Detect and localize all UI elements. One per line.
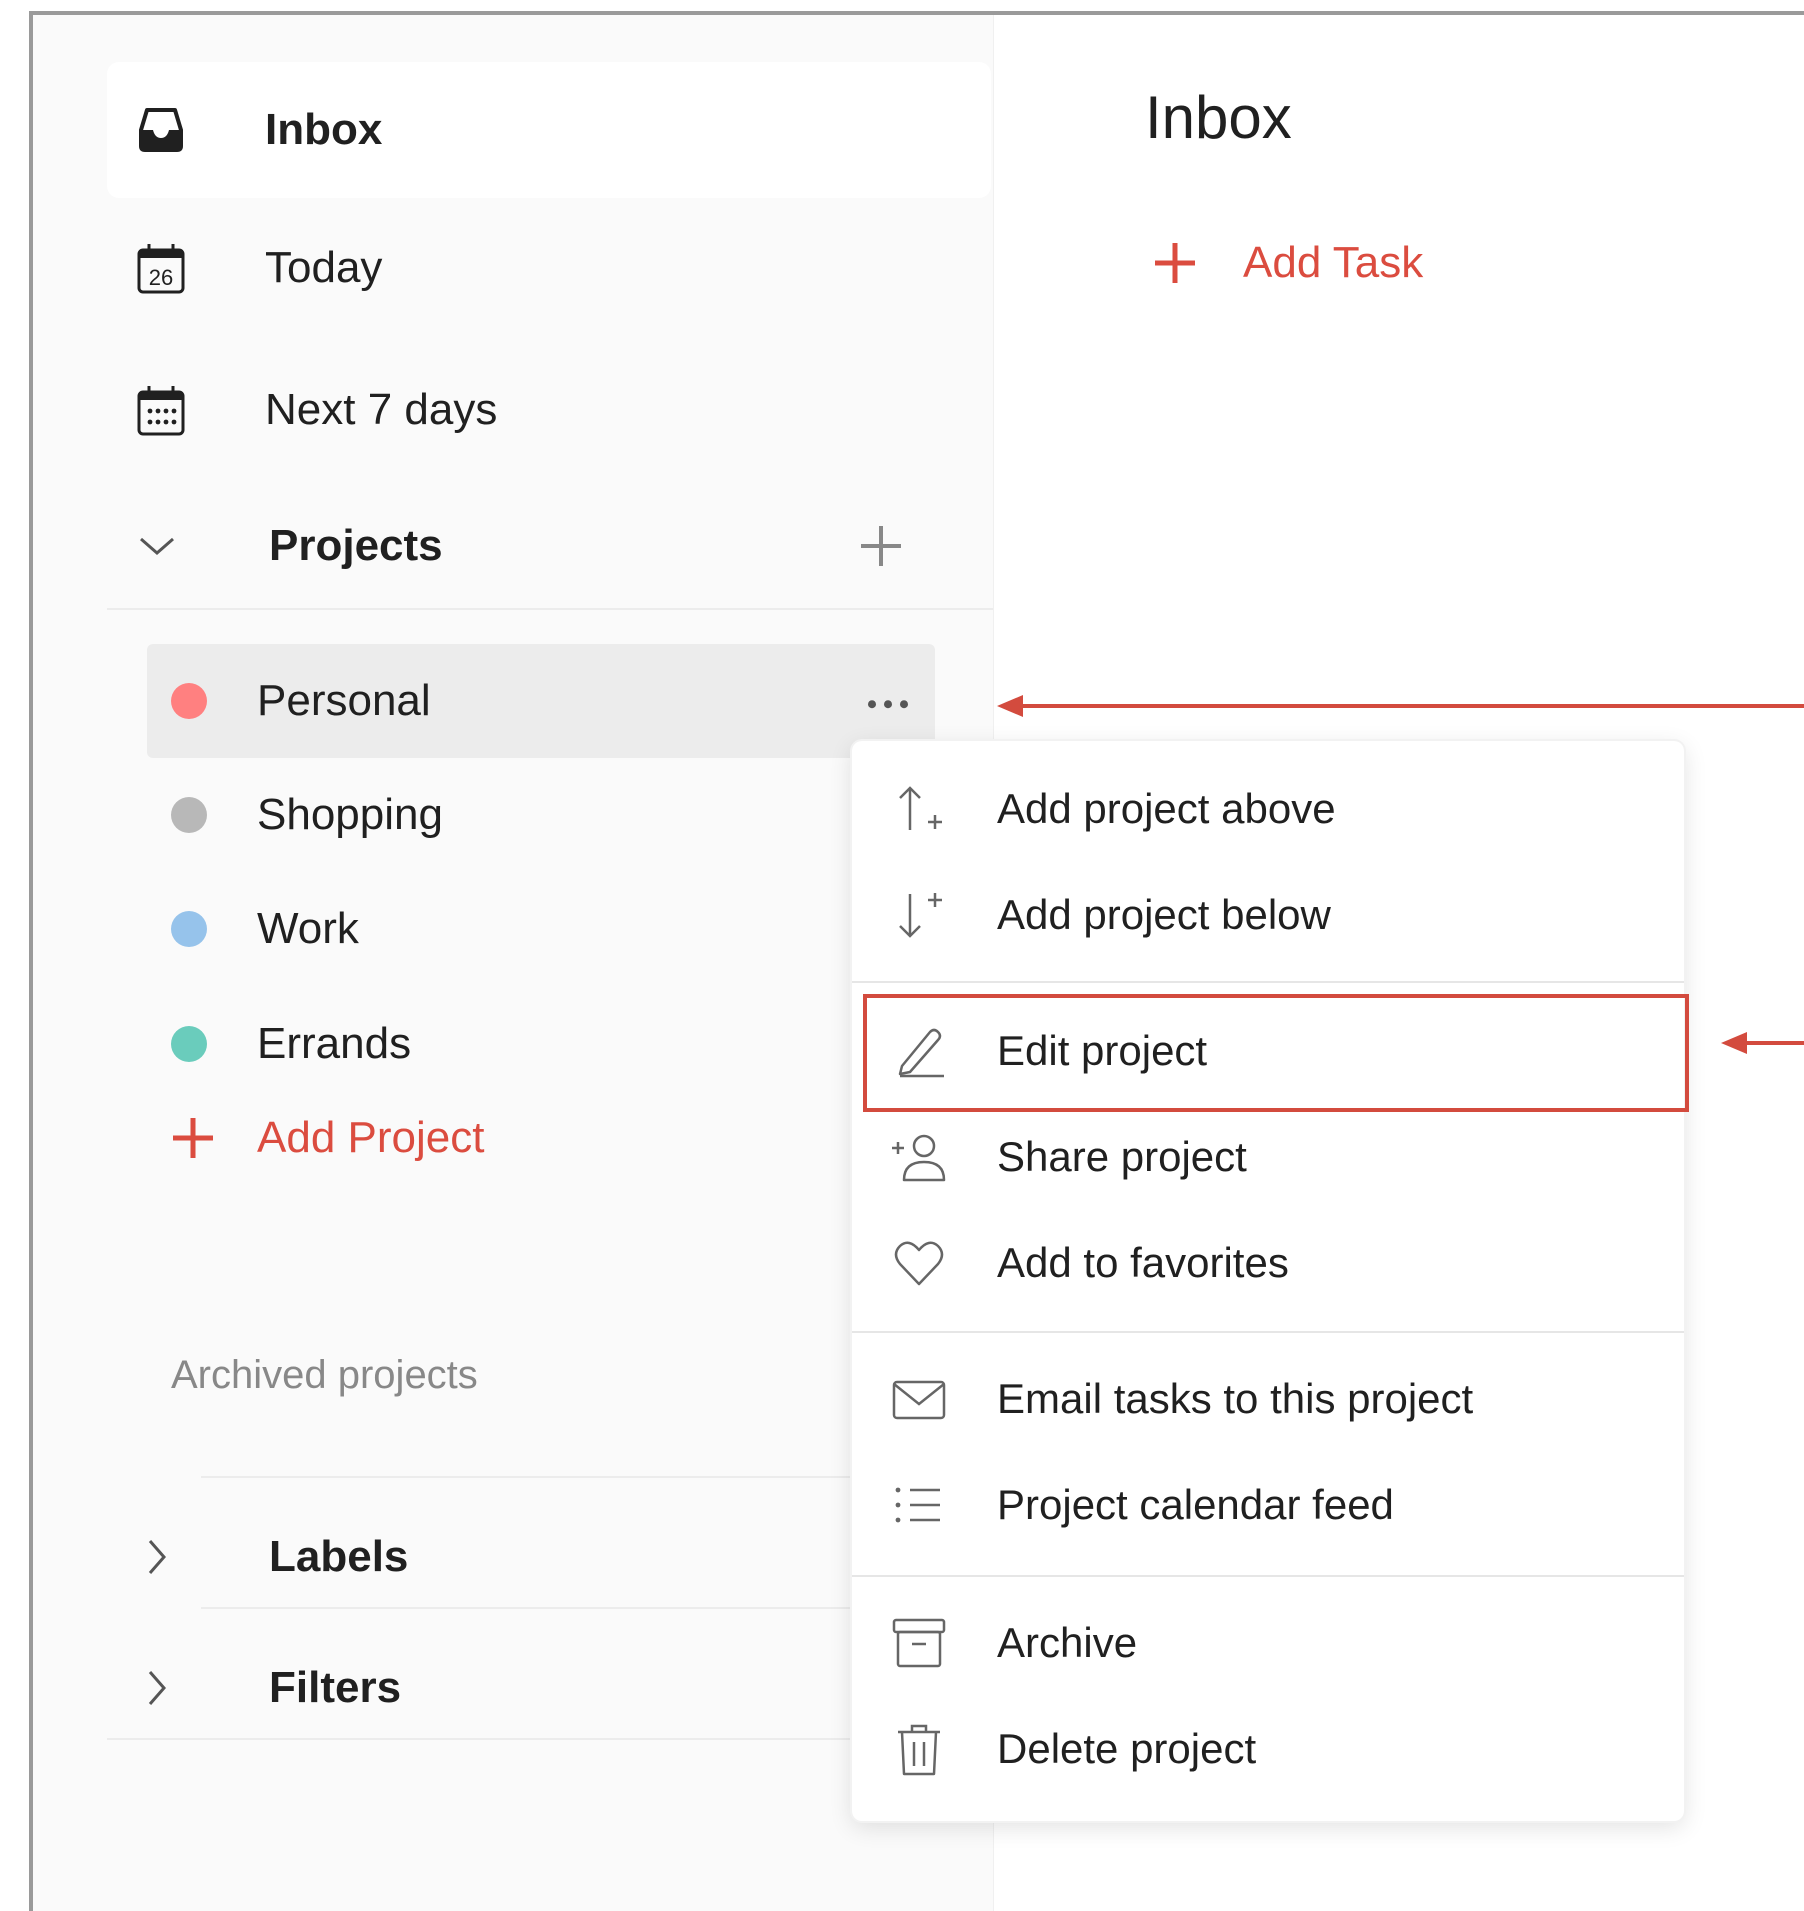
sidebar: Inbox 26 Today Next 7 days Projects Pers… (33, 15, 994, 1911)
filters-section-label: Filters (269, 1663, 402, 1712)
heart-icon (890, 1234, 948, 1292)
projects-section-label: Projects (269, 521, 443, 570)
menu-item-email-tasks[interactable]: Email tasks to this project (852, 1347, 1684, 1451)
app-window: Inbox 26 Today Next 7 days Projects Pers… (29, 11, 1804, 1911)
project-item-work[interactable]: Work (147, 872, 935, 986)
project-label: Work (257, 904, 359, 953)
chevron-right-icon[interactable] (137, 1668, 177, 1708)
nav-label: Inbox (265, 105, 383, 154)
calendar-day-number: 26 (149, 265, 173, 290)
nav-label: Today (265, 243, 383, 292)
menu-item-delete-project[interactable]: Delete project (852, 1697, 1684, 1801)
divider (107, 608, 993, 610)
annotation-arrowhead (1721, 1032, 1747, 1054)
menu-separator (852, 1331, 1684, 1333)
inbox-icon (131, 100, 191, 160)
project-item-errands[interactable]: Errands (147, 987, 935, 1101)
menu-separator (852, 1575, 1684, 1577)
project-item-shopping[interactable]: Shopping (147, 758, 935, 872)
nav-item-today[interactable]: 26 Today (107, 200, 991, 336)
menu-separator (852, 981, 1684, 983)
menu-item-add-project-above[interactable]: Add project above (852, 757, 1684, 861)
add-project-label: Add Project (257, 1113, 485, 1162)
more-options-icon[interactable] (863, 696, 913, 712)
page-title: Inbox (1145, 84, 1292, 151)
menu-item-label: Project calendar feed (997, 1481, 1394, 1528)
add-task-label: Add Task (1243, 238, 1424, 287)
projects-section-header[interactable]: Projects (107, 486, 991, 606)
menu-item-label: Add to favorites (997, 1239, 1289, 1286)
add-project-plus-icon[interactable] (857, 522, 905, 570)
menu-item-label: Add project below (997, 891, 1331, 938)
add-project-button[interactable]: Add Project (171, 1098, 671, 1178)
nav-label: Next 7 days (265, 385, 498, 434)
menu-item-label: Archive (997, 1619, 1138, 1666)
menu-item-label: Add project above (997, 785, 1336, 832)
add-task-button[interactable]: Add Task (1153, 223, 1653, 303)
menu-item-label: Delete project (997, 1725, 1257, 1772)
project-item-personal[interactable]: Personal (147, 644, 935, 758)
menu-item-label: Share project (997, 1133, 1247, 1180)
annotation-arrow-shaft (1747, 1041, 1804, 1045)
list-icon (890, 1476, 948, 1534)
project-context-menu: Add project above Add project below Edit… (852, 741, 1684, 1821)
chevron-right-icon[interactable] (137, 1537, 177, 1577)
project-color-dot (171, 797, 207, 833)
menu-item-add-project-below[interactable]: Add project below (852, 863, 1684, 967)
calendar-week-icon (131, 380, 191, 440)
chevron-down-icon[interactable] (137, 526, 177, 566)
nav-item-inbox[interactable]: Inbox (107, 62, 991, 198)
plus-icon (1153, 241, 1197, 285)
project-label: Errands (257, 1019, 412, 1068)
annotation-arrow-shaft (1023, 704, 1804, 708)
labels-section-label: Labels (269, 1532, 409, 1581)
project-color-dot (171, 911, 207, 947)
add-person-icon (890, 1128, 948, 1186)
menu-item-add-to-favorites[interactable]: Add to favorites (852, 1211, 1684, 1315)
project-color-dot (171, 683, 207, 719)
menu-item-label: Email tasks to this project (997, 1375, 1474, 1422)
edit-project-highlight (863, 994, 1689, 1112)
project-label: Shopping (257, 790, 443, 839)
nav-item-next-7-days[interactable]: Next 7 days (107, 342, 991, 478)
project-label: Personal (257, 676, 431, 725)
trash-icon (890, 1720, 948, 1778)
menu-item-calendar-feed[interactable]: Project calendar feed (852, 1453, 1684, 1557)
annotation-arrowhead (997, 695, 1023, 717)
arrow-up-plus-icon (890, 780, 948, 838)
menu-item-share-project[interactable]: Share project (852, 1105, 1684, 1209)
envelope-icon (890, 1370, 948, 1428)
archived-projects-link[interactable]: Archived projects (171, 1353, 478, 1398)
plus-icon (171, 1116, 215, 1160)
calendar-today-icon: 26 (131, 238, 191, 298)
archive-box-icon (890, 1614, 948, 1672)
arrow-down-plus-icon (890, 886, 948, 944)
menu-item-archive[interactable]: Archive (852, 1591, 1684, 1695)
project-color-dot (171, 1026, 207, 1062)
